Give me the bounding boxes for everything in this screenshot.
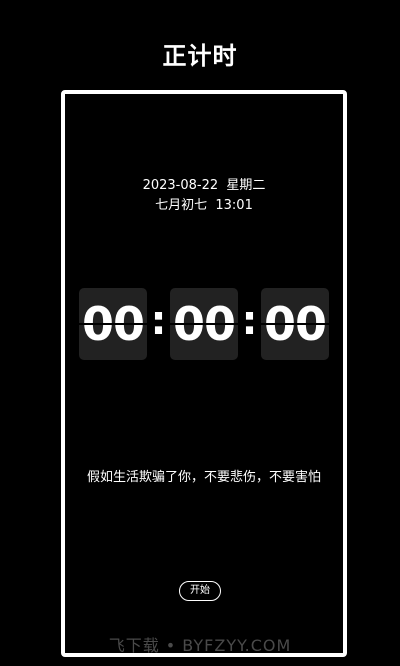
minutes-digits: 00 (172, 297, 236, 351)
hours-tile: 00 (79, 288, 147, 360)
date-weekday: 2023-08-22 星期二 (142, 178, 266, 193)
separator-colon: : (150, 298, 167, 344)
seconds-digits: 00 (263, 297, 327, 351)
lunar-date-time: 七月初七 13:01 (155, 198, 253, 213)
page-title: 正计时 (162, 42, 238, 70)
separator-colon: : (241, 298, 258, 344)
motivational-quote: 假如生活欺骗了你，不要悲伤，不要害怕 (87, 470, 322, 485)
minutes-tile: 00 (170, 288, 238, 360)
seconds-tile: 00 (261, 288, 329, 360)
watermark: 飞下载 • BYFZYY.COM (108, 636, 292, 655)
hours-digits: 00 (81, 297, 145, 351)
start-button[interactable]: 开始 (179, 581, 221, 601)
timer-display: 00 : 00 : 00 (79, 288, 329, 360)
timer-frame: 2023-08-22 星期二 七月初七 13:01 00 : 00 : 00 假… (61, 90, 347, 657)
